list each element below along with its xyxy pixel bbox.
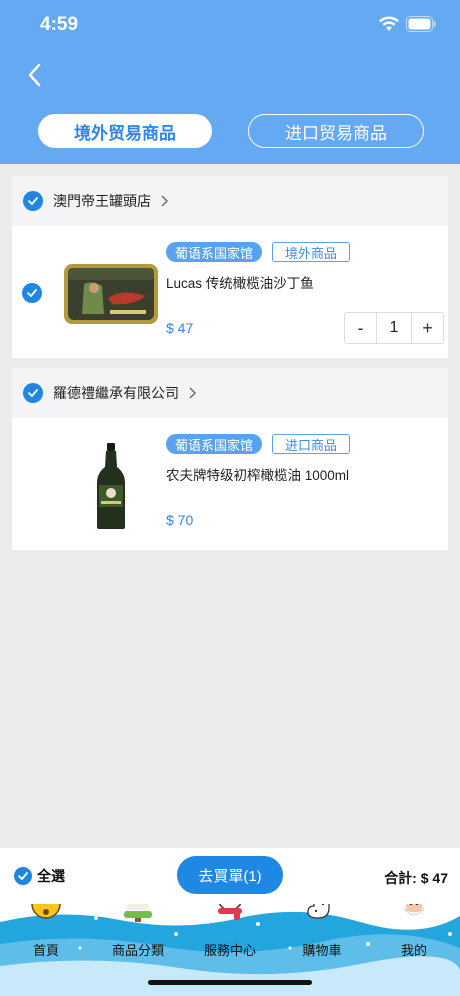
item-checkbox[interactable] (22, 283, 42, 303)
status-time: 4:59 (40, 14, 79, 35)
stocking-icon (307, 904, 330, 919)
checkmark-icon (18, 872, 28, 880)
product-price: $ 47 (166, 320, 194, 336)
product-price: $ 70 (166, 512, 194, 528)
store-header: 羅德禮繼承有限公司 (12, 368, 448, 418)
store-checkbox[interactable] (23, 383, 43, 403)
snowman-icon (218, 904, 242, 920)
chevron-right-icon[interactable] (187, 386, 197, 400)
checkmark-icon (27, 289, 37, 297)
product-image-olive-oil-bottle[interactable] (56, 440, 166, 532)
tab-categories-label: 商品分類 (111, 943, 164, 958)
home-indicator (148, 980, 312, 985)
select-all-toggle[interactable]: 全選 (14, 866, 65, 886)
checkout-button[interactable]: 去買單(1) (177, 856, 283, 894)
tab-cart-label: 購物車 (302, 943, 342, 958)
bell-icon (31, 904, 61, 919)
tab-import-trade[interactable]: 进口贸易商品 (248, 114, 424, 148)
battery-icon (406, 16, 436, 32)
store-header: 澳門帝王罐頭店 (12, 176, 448, 226)
tab-profile[interactable]: 我的 (374, 904, 454, 964)
store-name[interactable]: 羅德禮繼承有限公司 (53, 383, 179, 403)
pavilion-tag: 葡语系国家馆 (166, 242, 263, 262)
checkmark-icon (28, 389, 38, 397)
select-all-checkbox[interactable] (14, 867, 32, 885)
decrease-quantity-button[interactable]: - (345, 313, 376, 343)
item-tags: 葡语系国家馆 进口商品 (166, 434, 351, 454)
tab-home-label: 首頁 (32, 943, 59, 958)
status-bar: 4:59 (0, 0, 460, 50)
store-name[interactable]: 澳門帝王罐頭店 (53, 191, 151, 211)
store-checkbox[interactable] (23, 191, 43, 211)
cart-item: 葡语系国家馆 境外商品 Lucas 传统橄榄油沙丁鱼 $ 47 - 1 + (12, 226, 448, 358)
select-all-label: 全選 (37, 868, 65, 884)
santa-icon (403, 904, 425, 916)
wifi-icon (379, 16, 399, 31)
tab-cart[interactable]: 購物車 (282, 904, 362, 964)
christmas-tree-icon (124, 904, 152, 922)
pavilion-tag: 葡语系国家馆 (166, 434, 263, 454)
quantity-value[interactable]: 1 (376, 313, 412, 343)
back-button[interactable] (24, 60, 48, 90)
tab-profile-label: 我的 (400, 943, 427, 958)
cart-total: 合計: $ 47 (384, 870, 448, 886)
checkout-bar: 全選 去買單(1) 合計: $ 47 (0, 848, 460, 904)
product-title[interactable]: Lucas 传统橄榄油沙丁鱼 (166, 272, 314, 292)
tab-overseas-trade[interactable]: 境外贸易商品 (38, 114, 212, 148)
product-title[interactable]: 农夫牌特级初榨橄榄油 1000ml (166, 464, 349, 484)
product-image-sardine-tin[interactable] (56, 248, 166, 340)
origin-tag: 进口商品 (272, 434, 351, 454)
item-tags: 葡语系国家馆 境外商品 (166, 242, 351, 262)
tab-home[interactable]: 首頁 (6, 904, 86, 964)
trade-type-tabs: 境外贸易商品 进口贸易商品 (0, 114, 460, 150)
tab-service-center[interactable]: 服務中心 (190, 904, 270, 964)
increase-quantity-button[interactable]: + (412, 313, 443, 343)
tab-service-center-label: 服務中心 (203, 943, 256, 958)
tab-categories[interactable]: 商品分類 (98, 904, 178, 964)
checkmark-icon (28, 197, 38, 205)
quantity-stepper: - 1 + (344, 312, 444, 344)
chevron-right-icon[interactable] (159, 194, 169, 208)
origin-tag: 境外商品 (272, 242, 351, 262)
cart-item: 葡语系国家馆 进口商品 农夫牌特级初榨橄榄油 1000ml $ 70 (12, 418, 448, 550)
header: 4:59 境外贸易商品 进口贸易商品 (0, 0, 460, 164)
